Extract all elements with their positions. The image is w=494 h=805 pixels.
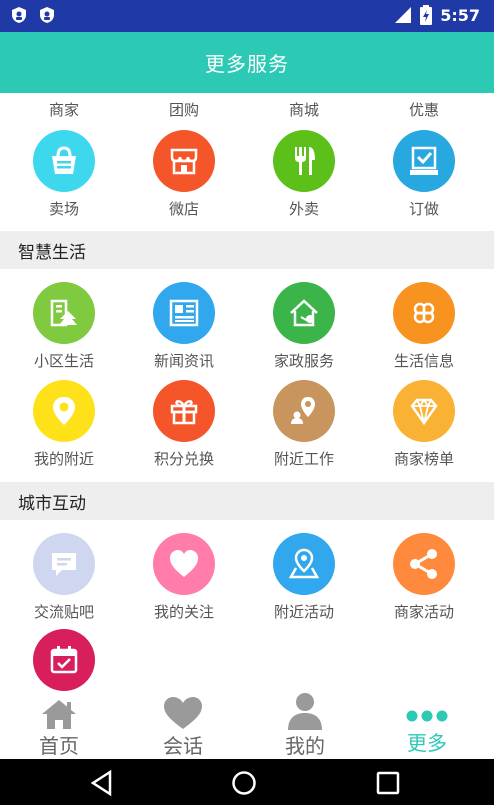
tab-chat[interactable]: 会话 [128, 691, 238, 759]
service-item-nearby-jobs[interactable]: 附近工作 [244, 380, 364, 476]
community-icon [33, 282, 95, 344]
service-item-life-info[interactable]: 生活信息 [364, 282, 484, 378]
heart-icon [153, 533, 215, 595]
service-item-news[interactable]: 新闻资讯 [124, 282, 244, 378]
work-nearby-icon [273, 380, 335, 442]
service-label: 卖场 [48, 200, 79, 218]
shield-icon [12, 7, 26, 23]
diamond-icon [393, 380, 455, 442]
service-item-merchant-ranking[interactable]: 商家榜单 [364, 380, 484, 476]
location-pin-icon [33, 380, 95, 442]
service-item-nearby-events[interactable]: 附近活动 [244, 533, 364, 629]
tab-label: 会话 [163, 734, 203, 758]
tab-label: 我的 [285, 734, 325, 758]
service-item-calendar[interactable] [4, 629, 124, 691]
person-icon [288, 693, 322, 730]
service-item-community-life[interactable]: 小区生活 [4, 282, 124, 378]
service-label: 商家活动 [393, 603, 454, 621]
service-item-points-exchange[interactable]: 积分兑换 [124, 380, 244, 476]
gift-icon [153, 380, 215, 442]
back-icon[interactable] [88, 769, 116, 797]
service-label: 附近工作 [273, 450, 334, 468]
calendar-icon [33, 629, 95, 691]
system-nav-bar [0, 759, 494, 805]
category-label-groupbuy[interactable]: 团购 [124, 99, 244, 120]
clover-icon [393, 282, 455, 344]
service-label: 我的关注 [153, 603, 214, 621]
service-label: 新闻资讯 [153, 352, 214, 370]
service-label: 积分兑换 [153, 450, 214, 468]
more-dots-icon [406, 710, 448, 722]
service-label: 生活信息 [393, 352, 454, 370]
service-label: 外卖 [288, 200, 319, 218]
service-item-microshop[interactable]: 微店 [124, 130, 244, 226]
chat-icon [33, 533, 95, 595]
service-label: 订做 [408, 200, 439, 218]
heart-icon [164, 697, 202, 729]
service-item-mall[interactable]: 卖场 [4, 130, 124, 226]
service-item-forum[interactable]: 交流贴吧 [4, 533, 124, 629]
newspaper-icon [153, 282, 215, 344]
service-item-custom-order[interactable]: 订做 [364, 130, 484, 226]
service-label: 微店 [168, 200, 199, 218]
tab-more[interactable]: 更多 [372, 691, 482, 759]
tab-mine[interactable]: 我的 [250, 691, 360, 759]
service-item-my-follows[interactable]: 我的关注 [124, 533, 244, 629]
service-label: 附近活动 [273, 603, 334, 621]
service-item-housekeeping[interactable]: 家政服务 [244, 282, 364, 378]
category-label-merchant[interactable]: 商家 [4, 99, 124, 120]
page-header: 更多服务 [0, 32, 494, 93]
home-service-icon [273, 282, 335, 344]
section-header-smart-life: 智慧生活 [0, 231, 494, 269]
section-title: 智慧生活 [18, 242, 86, 263]
home-icon [42, 700, 76, 729]
service-list[interactable]: 商家 团购 商城 优惠 卖场 微店 外卖 订做 智慧生活 小区生活 新闻资讯 家… [0, 93, 494, 691]
status-time: 5:57 [440, 5, 480, 25]
tab-label: 更多 [407, 731, 447, 755]
service-label: 我的附近 [33, 450, 94, 468]
service-label: 小区生活 [33, 352, 94, 370]
signal-icon [395, 7, 412, 23]
category-label-mall[interactable]: 商城 [244, 99, 364, 120]
service-label: 交流贴吧 [33, 603, 94, 621]
tab-label: 首页 [39, 734, 79, 758]
fork-knife-icon [273, 130, 335, 192]
top-category-row: 商家 团购 商城 优惠 [0, 93, 494, 121]
battery-icon [420, 5, 433, 25]
section-header-city-interaction: 城市互动 [0, 482, 494, 520]
share-icon [393, 533, 455, 595]
page-title: 更多服务 [205, 52, 289, 76]
service-item-merchant-events[interactable]: 商家活动 [364, 533, 484, 629]
map-pin-icon [273, 533, 335, 595]
service-label: 家政服务 [273, 352, 334, 370]
service-label: 商家榜单 [393, 450, 454, 468]
bottom-tab-bar: 首页 会话 我的 更多 [0, 691, 494, 759]
recents-icon[interactable] [374, 769, 402, 797]
category-label-discount[interactable]: 优惠 [364, 99, 484, 120]
shield-icon [40, 7, 54, 23]
service-item-nearby[interactable]: 我的附近 [4, 380, 124, 476]
order-check-icon [393, 130, 455, 192]
shopping-bag-icon [33, 130, 95, 192]
section-title: 城市互动 [18, 493, 86, 514]
service-item-takeout[interactable]: 外卖 [244, 130, 364, 226]
home-button-icon[interactable] [230, 769, 258, 797]
status-bar: 5:57 [0, 0, 494, 32]
storefront-icon [153, 130, 215, 192]
tab-home[interactable]: 首页 [4, 691, 114, 759]
